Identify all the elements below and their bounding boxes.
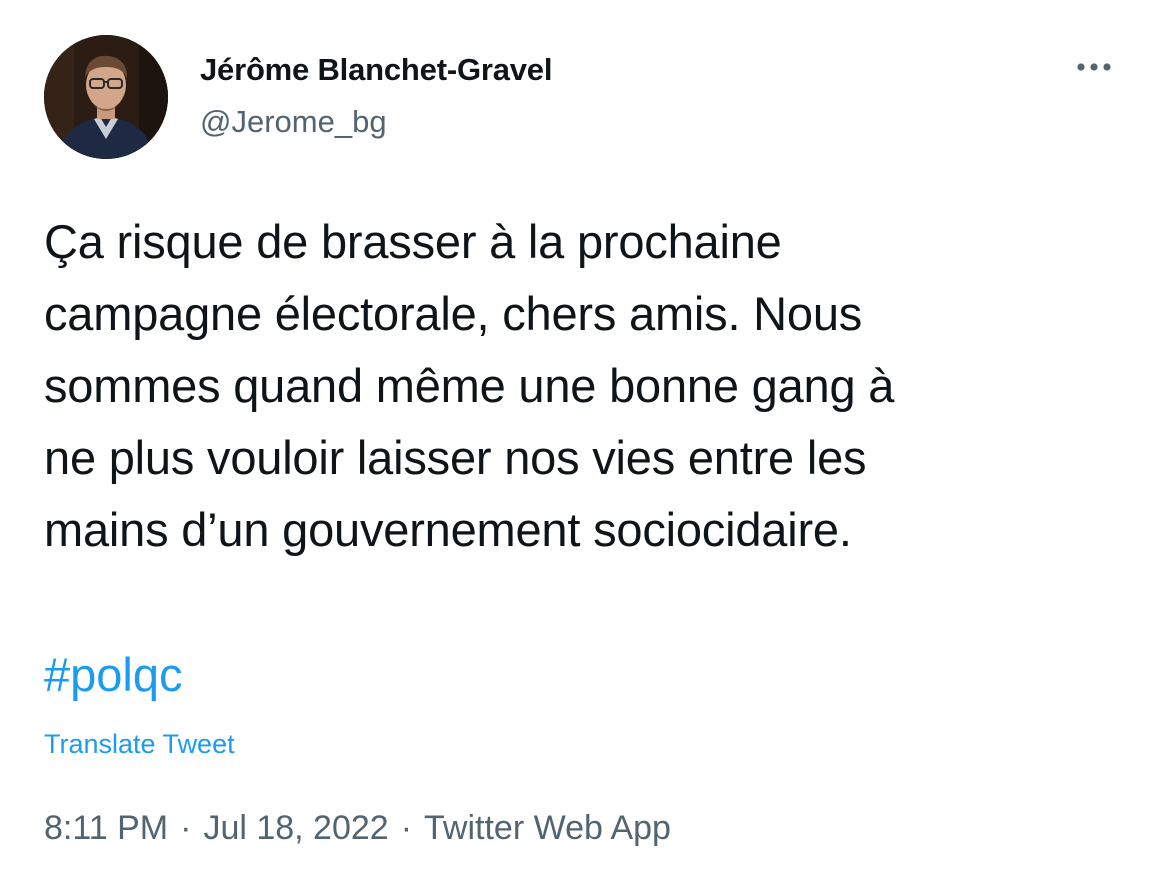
tweet-time[interactable]: 8:11 PM — [44, 809, 168, 847]
author-name[interactable]: Jérôme Blanchet-Gravel — [200, 52, 552, 88]
author-handle[interactable]: @Jerome_bg — [200, 104, 387, 140]
tweet-source[interactable]: Twitter Web App — [424, 809, 671, 847]
tweet-metadata: 8:11 PM · Jul 18, 2022 · Twitter Web App — [44, 809, 671, 848]
avatar[interactable] — [44, 35, 168, 159]
more-horizontal-icon — [1077, 63, 1111, 71]
tweet-text-line: campagne électorale, chers amis. Nous — [44, 287, 863, 340]
tweet-text-line: sommes quand même une bonne gang à — [44, 359, 895, 412]
profile-photo — [44, 35, 168, 159]
tweet-card: Jérôme Blanchet-Gravel @Jerome_bg Ça ris… — [0, 0, 1160, 884]
translate-tweet-link[interactable]: Translate Tweet — [44, 729, 235, 760]
tweet-text-line: Ça risque de brasser à la prochaine — [44, 215, 782, 268]
tweet-text-line: ne plus vouloir laisser nos vies entre l… — [44, 431, 867, 484]
tweet-text-line: mains d’un gouvernement sociocidaire. — [44, 503, 852, 556]
meta-separator: · — [400, 809, 413, 847]
meta-separator: · — [180, 809, 192, 847]
tweet-text: Ça risque de brasser à la prochaine camp… — [44, 206, 1134, 566]
hashtag-link[interactable]: #polqc — [44, 647, 183, 702]
tweet-date[interactable]: Jul 18, 2022 — [203, 809, 388, 847]
more-button[interactable] — [1070, 52, 1118, 82]
